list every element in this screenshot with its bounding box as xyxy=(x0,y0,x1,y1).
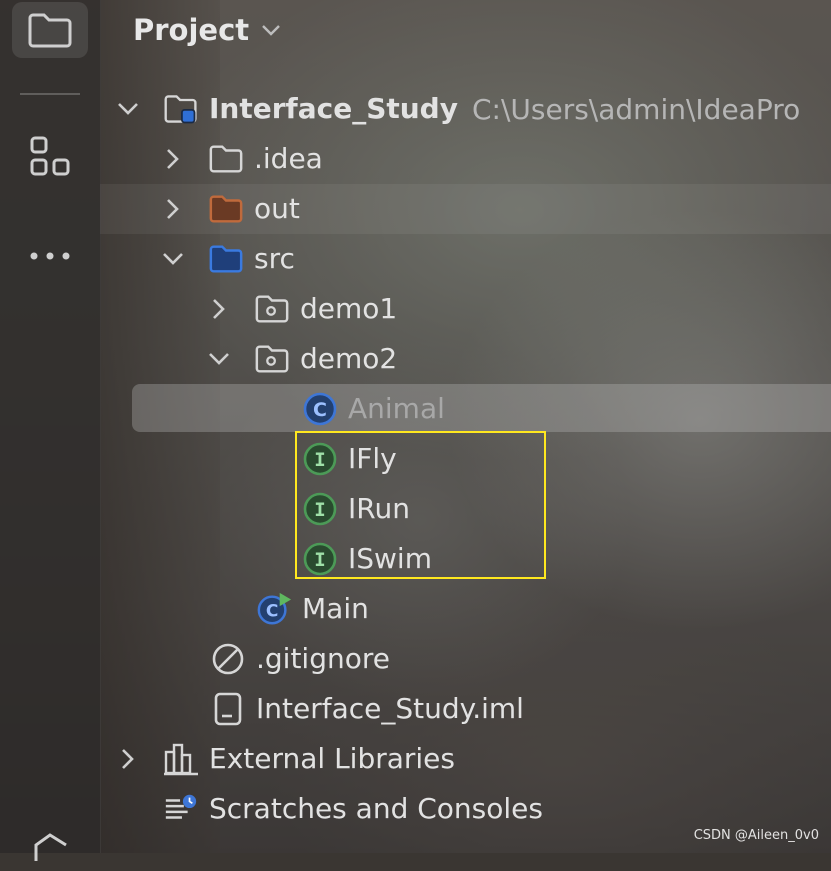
package-icon xyxy=(254,341,290,377)
project-folder-icon xyxy=(163,91,199,127)
panel-title: Project xyxy=(133,13,250,47)
chevron-down-icon[interactable] xyxy=(204,334,234,384)
module-file-icon xyxy=(210,691,246,727)
package-icon xyxy=(254,291,290,327)
tree-item-external-libraries[interactable]: External Libraries xyxy=(0,734,831,784)
svg-text:C: C xyxy=(313,399,327,421)
chevron-down-icon[interactable] xyxy=(158,234,188,284)
project-tool-button[interactable] xyxy=(12,2,88,58)
tree-item-label: Animal xyxy=(348,392,445,425)
libraries-icon xyxy=(163,741,199,777)
project-path: C:\Users\admin\IdeaPro xyxy=(471,92,801,126)
tree-item-label: Scratches and Consoles xyxy=(209,792,543,825)
scratches-icon xyxy=(163,791,199,827)
tree-item-label: Interface_Study xyxy=(209,92,458,125)
chevron-down-icon[interactable] xyxy=(113,84,143,134)
tree-item-gitignore[interactable]: .gitignore xyxy=(0,634,831,684)
main-class-icon: C xyxy=(256,591,292,627)
chevron-right-icon[interactable] xyxy=(158,134,188,184)
tree-item-label: out xyxy=(254,192,300,225)
watermark: CSDN @Aileen_0v0 xyxy=(693,828,819,843)
tree-item-label: Main xyxy=(302,592,369,625)
tree-item-label: src xyxy=(254,242,295,275)
folder-icon xyxy=(28,13,72,48)
class-icon: C xyxy=(302,391,338,427)
tree-item-scratches[interactable]: Scratches and Consoles xyxy=(0,784,831,834)
tree-item-animal[interactable]: C Animal xyxy=(0,384,831,434)
chevron-down-icon[interactable] xyxy=(261,23,281,37)
tree-item-demo2[interactable]: demo2 xyxy=(0,334,831,384)
tree-item-label: demo2 xyxy=(300,342,398,375)
source-folder-icon xyxy=(208,241,244,277)
tree-item-label: External Libraries xyxy=(209,742,455,775)
chevron-right-icon[interactable] xyxy=(113,734,143,784)
chevron-right-icon[interactable] xyxy=(158,184,188,234)
tree-item-project-root[interactable]: Interface_Study C:\Users\admin\IdeaPro xyxy=(0,84,831,134)
tree-item-label: demo1 xyxy=(300,292,398,325)
chevron-right-icon[interactable] xyxy=(204,284,234,334)
ignored-file-icon xyxy=(210,641,246,677)
tree-item-src[interactable]: src xyxy=(0,234,831,284)
tree-item-main[interactable]: C Main xyxy=(0,584,831,634)
folder-icon xyxy=(208,141,244,177)
tree-item-idea[interactable]: .idea xyxy=(0,134,831,184)
excluded-folder-icon xyxy=(208,191,244,227)
tree-item-label: Interface_Study.iml xyxy=(256,692,524,725)
tree-item-out[interactable]: out xyxy=(0,184,831,234)
project-panel-header[interactable]: Project xyxy=(133,8,281,52)
svg-text:C: C xyxy=(266,602,279,622)
tree-item-label: .idea xyxy=(254,142,323,175)
annotation-highlight-box xyxy=(295,431,546,579)
tree-item-label: .gitignore xyxy=(256,642,390,675)
tree-item-demo1[interactable]: demo1 xyxy=(0,284,831,334)
tree-item-iml[interactable]: Interface_Study.iml xyxy=(0,684,831,734)
